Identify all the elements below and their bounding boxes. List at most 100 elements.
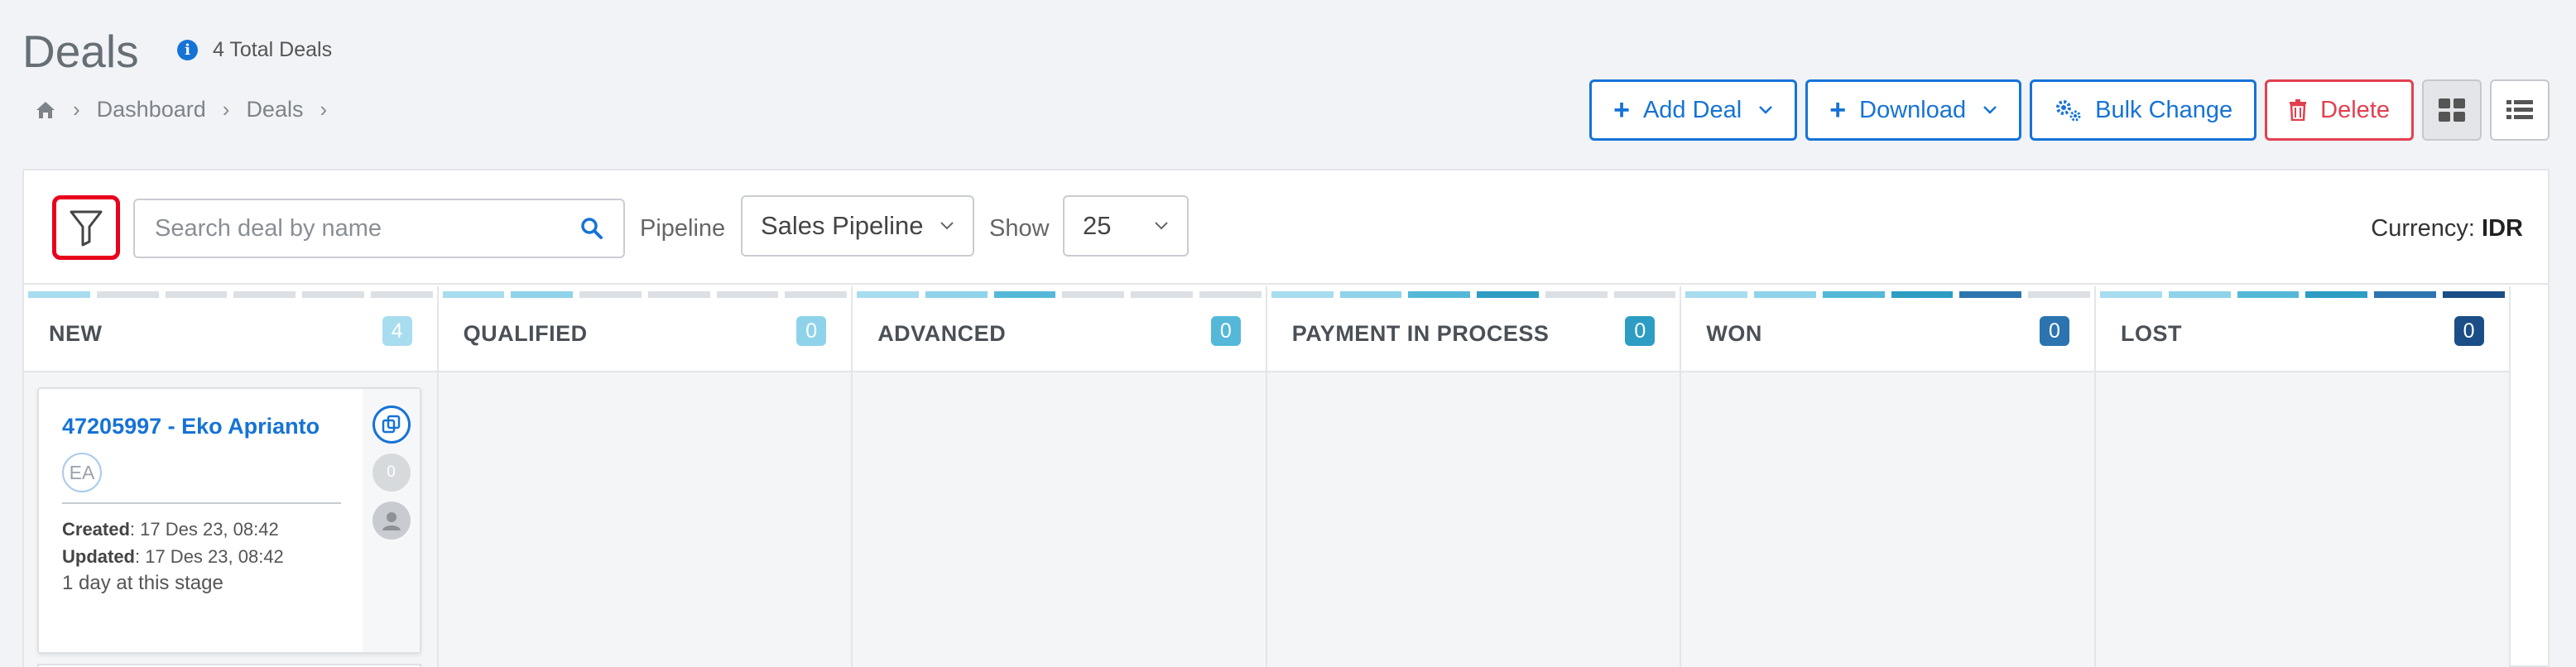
stage-progress-segment — [1822, 291, 1885, 298]
pipeline-select[interactable]: Sales Pipeline — [741, 195, 974, 257]
list-view-button[interactable] — [2490, 79, 2550, 141]
stage-progress-segment — [1613, 291, 1676, 298]
user-icon[interactable] — [372, 501, 411, 540]
breadcrumb-dashboard[interactable]: Dashboard — [97, 97, 206, 122]
search-input[interactable]: Search deal by name — [155, 215, 382, 242]
deals-panel: Search deal by name Pipeline Sales Pipel… — [22, 169, 2550, 667]
add-deal-label: Add Deal — [1642, 96, 1742, 123]
download-label: Download — [1859, 96, 1967, 123]
stage-progress-segment — [2305, 291, 2368, 298]
deal-title-link[interactable]: 47205997 - Eko Aprianto — [62, 414, 341, 439]
filter-icon — [70, 210, 103, 247]
deal-card[interactable]: 47205997 - Eko Aprianto EA Created: 17 D… — [37, 387, 421, 654]
stage-progress-segment — [925, 291, 988, 298]
stage-progress-segment — [2374, 291, 2436, 298]
gears-icon — [2056, 100, 2081, 122]
stage-progress-segment — [28, 291, 90, 298]
stage-progress-segment — [1408, 291, 1471, 298]
deal-card-actions: 0 — [363, 389, 420, 652]
stage-progress-segment — [2237, 291, 2300, 298]
currency-value: IDR — [2482, 215, 2523, 242]
stage-progress — [2099, 291, 2505, 298]
pipeline-label: Pipeline — [640, 215, 726, 242]
chevron-down-icon — [1155, 222, 1168, 230]
stage-header: WON 0 — [1681, 286, 2094, 372]
stage-count-badge: 0 — [1210, 316, 1241, 346]
stage-count-badge: 0 — [2453, 316, 2484, 346]
search-box[interactable]: Search deal by name — [133, 199, 625, 258]
bulk-change-button[interactable]: Bulk Change — [2030, 79, 2257, 141]
breadcrumb-separator: › — [222, 97, 230, 122]
stage-header: PAYMENT IN PROCESS 0 — [1266, 286, 1680, 372]
stage-progress-segment — [857, 291, 919, 298]
stage-progress — [1685, 291, 2090, 298]
stage-progress-segment — [1271, 291, 1334, 298]
stage-header: NEW 4 — [24, 286, 437, 372]
stage-progress — [28, 291, 433, 298]
stage-progress-segment — [370, 291, 433, 298]
kanban-board: NEW 4 47205997 - Eko Aprianto EA Created:… — [24, 286, 2511, 667]
chevron-down-icon — [940, 222, 954, 230]
chevron-down-icon — [1983, 106, 1997, 114]
stage-title: LOST — [2120, 321, 2182, 346]
stage-progress-segment — [233, 291, 296, 298]
stage-duration: 1 day at this stage — [62, 572, 223, 594]
updated-label: Updated — [62, 546, 135, 567]
plus-icon: + — [1613, 94, 1630, 126]
trash-icon — [2290, 99, 2307, 121]
stage-column: NEW 4 47205997 - Eko Aprianto EA Created:… — [24, 286, 439, 667]
delete-button[interactable]: Delete — [2265, 79, 2414, 141]
stage-column: QUALIFIED 0 — [438, 286, 853, 667]
stage-progress — [442, 291, 848, 298]
page-size-value: 25 — [1083, 211, 1112, 240]
deal-meta: Created: 17 Des 23, 08:42 Updated: 17 De… — [62, 516, 341, 570]
stage-progress-segment — [579, 291, 642, 298]
stage-title: NEW — [49, 321, 103, 346]
stage-progress-segment — [302, 291, 364, 298]
stage-progress-segment — [2168, 291, 2231, 298]
bulk-change-label: Bulk Change — [2095, 96, 2233, 123]
page-size-select[interactable]: 25 — [1063, 195, 1189, 257]
stage-progress — [857, 291, 1262, 298]
pipeline-value: Sales Pipeline — [761, 211, 924, 240]
breadcrumb-deals[interactable]: Deals — [246, 97, 303, 122]
stage-progress-segment — [993, 291, 1056, 298]
updated-value: : 17 Des 23, 08:42 — [135, 546, 284, 567]
stage-header: ADVANCED 0 — [853, 286, 1266, 372]
breadcrumb-separator: › — [320, 97, 328, 122]
stage-progress-segment — [2442, 291, 2505, 298]
stage-progress-segment — [647, 291, 710, 298]
stage-column: PAYMENT IN PROCESS 0 — [1266, 286, 1682, 667]
stage-column: LOST 0 — [2095, 286, 2511, 667]
stage-progress-segment — [1339, 291, 1402, 298]
download-button[interactable]: + Download — [1805, 79, 2022, 141]
stage-progress-segment — [1754, 291, 1816, 298]
grid-view-button[interactable] — [2422, 79, 2482, 141]
stage-progress — [1271, 291, 1676, 298]
stage-progress-segment — [1685, 291, 1748, 298]
stage-header: QUALIFIED 0 — [438, 286, 852, 372]
stage-count-badge: 4 — [382, 316, 412, 346]
deal-card[interactable] — [37, 664, 421, 667]
plus-icon: + — [1829, 94, 1847, 126]
home-icon[interactable] — [35, 100, 56, 120]
add-deal-button[interactable]: + Add Deal — [1589, 79, 1798, 141]
stage-title: QUALIFIED — [463, 321, 588, 346]
stage-progress-segment — [716, 291, 779, 298]
search-icon[interactable] — [580, 217, 603, 240]
info-icon[interactable]: i — [177, 40, 198, 60]
stage-progress-segment — [1131, 291, 1194, 298]
stage-column: ADVANCED 0 — [853, 286, 1267, 667]
stage-count-badge: 0 — [1625, 316, 1656, 346]
comment-count-badge[interactable]: 0 — [372, 453, 411, 492]
copy-icon[interactable] — [372, 405, 411, 444]
stage-progress-segment — [442, 291, 505, 298]
filter-bar: Search deal by name Pipeline Sales Pipel… — [24, 170, 2548, 285]
stage-header: LOST 0 — [2095, 286, 2509, 372]
stage-progress-segment — [2099, 291, 2162, 298]
toolbar: + Add Deal + Download Bulk Change Delete — [1589, 79, 2550, 141]
stage-progress-segment — [96, 291, 159, 298]
stage-progress-segment — [165, 291, 228, 298]
breadcrumb-separator: › — [73, 97, 80, 122]
filter-button[interactable] — [52, 195, 120, 260]
